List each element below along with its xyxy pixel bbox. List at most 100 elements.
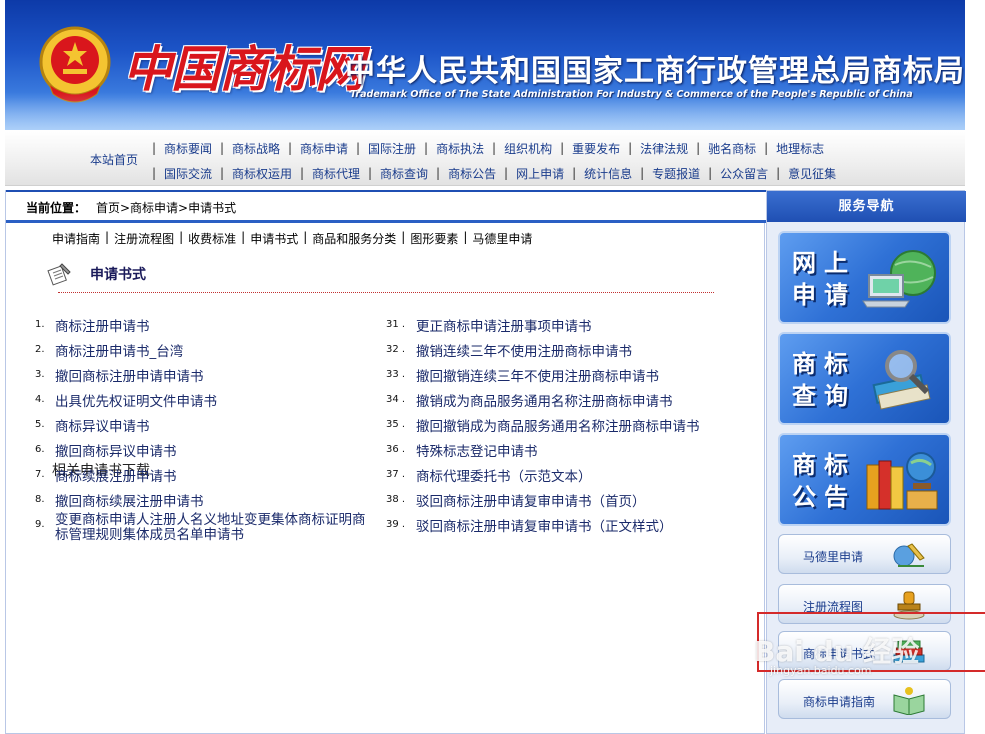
- item-number: 8.: [35, 494, 45, 505]
- download-link[interactable]: 撤回商标注册申请申请书: [55, 365, 204, 385]
- nav-link[interactable]: 公众留言: [714, 165, 774, 182]
- madrid-apply-button[interactable]: 马德里申请: [778, 534, 951, 574]
- nav-link[interactable]: 地理标志: [770, 140, 830, 157]
- nav-link[interactable]: 组织机构: [498, 140, 558, 157]
- nav-separator: |: [560, 141, 565, 155]
- item-number: 5.: [35, 419, 45, 430]
- subnav-link[interactable]: 图形要素: [406, 230, 462, 247]
- nav-separator: |: [151, 166, 157, 180]
- download-link[interactable]: 商标代理委托书（示范文本）: [416, 465, 592, 485]
- download-link[interactable]: 商标注册申请书: [55, 315, 150, 335]
- globe-pen-icon: [893, 543, 925, 567]
- download-link[interactable]: 变更商标申请人注册人名义地址变更集体商标证明商标管理规则集体成员名单申请书: [55, 513, 370, 543]
- download-link[interactable]: 撤回商标续展注册申请书: [55, 490, 204, 510]
- download-link[interactable]: 商标异议申请书: [55, 415, 150, 435]
- item-number: 2.: [35, 344, 45, 355]
- subnav-link[interactable]: 马德里申请: [468, 230, 536, 247]
- nav-link[interactable]: 商标执法: [430, 140, 490, 157]
- nav-link[interactable]: 重要发布: [566, 140, 626, 157]
- nav-row-1: | 商标要闻 | 商标战略 | 商标申请 | 国际注册 | 商标执法 | 组织机构 | 重要发布 | 法律法规…: [150, 138, 830, 158]
- nav-link[interactable]: 商标查询: [374, 165, 434, 182]
- download-item[interactable]: 3. 撤回商标注册申请申请书: [35, 365, 370, 390]
- download-item[interactable]: 1. 商标注册申请书: [35, 315, 370, 340]
- item-number: 3.: [35, 369, 45, 380]
- trademark-search-tile[interactable]: 商标查询: [778, 332, 951, 425]
- nav-link[interactable]: 商标申请: [294, 140, 354, 157]
- application-guide-button[interactable]: 商标申请指南: [778, 679, 951, 719]
- download-item[interactable]: 9. 变更商标申请人注册人名义地址变更集体商标证明商标管理规则集体成员名单申请书: [35, 513, 370, 543]
- nav-home-link[interactable]: 本站首页: [90, 151, 138, 168]
- download-item[interactable]: 39 . 驳回商标注册申请复审申请书（正文样式）: [386, 515, 700, 540]
- download-link[interactable]: 撤销成为商品服务通用名称注册商标申请书: [416, 390, 673, 410]
- books-globe-icon: [866, 452, 938, 510]
- nav-separator: |: [288, 141, 293, 155]
- subnav-link[interactable]: 收费标准: [184, 230, 240, 247]
- trademark-gazette-tile[interactable]: 商标公告: [778, 433, 951, 526]
- download-item[interactable]: 37 . 商标代理委托书（示范文本）: [386, 465, 700, 490]
- button-label: 马德里申请: [803, 550, 864, 564]
- nav-separator: |: [708, 166, 713, 180]
- download-link[interactable]: 撤回商标异议申请书: [55, 440, 177, 460]
- nav-link[interactable]: 统计信息: [578, 165, 638, 182]
- nav-link[interactable]: 商标代理: [306, 165, 366, 182]
- header-banner: 中国商标网 中华人民共和国国家工商行政管理总局商标局 Trademark Off…: [5, 0, 965, 130]
- section-title: 申请书式: [90, 267, 146, 283]
- nav-link[interactable]: 商标战略: [226, 140, 286, 157]
- download-link[interactable]: 撤回撤销连续三年不使用注册商标申请书: [416, 365, 659, 385]
- sub-nav: 申请指南 | 注册流程图 | 收费标准 | 申请书式 | 商品和服务分类 | 图形要素 | 马德里申请: [48, 230, 536, 247]
- nav-separator: |: [572, 166, 577, 180]
- download-item[interactable]: 5. 商标异议申请书: [35, 415, 370, 440]
- download-link[interactable]: 商标注册申请书_台湾: [55, 340, 183, 360]
- download-link[interactable]: 撤回撤销成为商品服务通用名称注册商标申请书: [416, 415, 700, 435]
- item-number: 38 .: [386, 494, 406, 505]
- nav-link[interactable]: 商标权运用: [226, 165, 298, 182]
- nav-separator: |: [628, 141, 633, 155]
- item-number: 1.: [35, 319, 45, 330]
- page: 中国商标网 中华人民共和国国家工商行政管理总局商标局 Trademark Off…: [0, 0, 985, 734]
- download-link[interactable]: 驳回商标注册申请复审申请书（正文样式）: [416, 515, 673, 535]
- item-number: 9.: [35, 519, 45, 530]
- subnav-link[interactable]: 申请指南: [48, 230, 104, 247]
- download-link[interactable]: 商标续展注册申请书: [55, 465, 177, 485]
- document-pen-icon: [47, 263, 71, 286]
- nav-link[interactable]: 专题报道: [646, 165, 706, 182]
- site-logo-text[interactable]: 中国商标网: [123, 30, 364, 101]
- download-link[interactable]: 驳回商标注册申请复审申请书（首页）: [416, 490, 646, 510]
- nav-link[interactable]: 国际交流: [158, 165, 218, 182]
- download-item[interactable]: 31 . 更正商标申请注册事项申请书: [386, 315, 700, 340]
- download-item[interactable]: 33 . 撤回撤销连续三年不使用注册商标申请书: [386, 365, 700, 390]
- nav-separator: |: [300, 166, 305, 180]
- button-label: 商标申请指南: [803, 695, 876, 709]
- breadcrumb-path[interactable]: 首页>商标申请>申请书式: [96, 199, 236, 216]
- nav-separator: |: [368, 166, 373, 180]
- section-divider: [58, 292, 714, 293]
- download-link[interactable]: 更正商标申请注册事项申请书: [416, 315, 592, 335]
- online-apply-tile[interactable]: 网上申请: [778, 231, 951, 324]
- subnav-link[interactable]: 申请书式: [246, 230, 302, 247]
- download-item[interactable]: 6. 撤回商标异议申请书: [35, 440, 370, 465]
- subnav-link[interactable]: 商品和服务分类: [308, 230, 400, 247]
- download-link[interactable]: 特殊标志登记申请书: [416, 440, 538, 460]
- laptop-globe-icon: [862, 250, 936, 308]
- download-item[interactable]: 38 . 驳回商标注册申请复审申请书（首页）: [386, 490, 700, 515]
- item-number: 36 .: [386, 444, 406, 455]
- download-item[interactable]: 36 . 特殊标志登记申请书: [386, 440, 700, 465]
- download-item[interactable]: 32 . 撤销连续三年不使用注册商标申请书: [386, 340, 700, 365]
- subnav-link[interactable]: 注册流程图: [110, 230, 178, 247]
- download-link[interactable]: 撤销连续三年不使用注册商标申请书: [416, 340, 632, 360]
- download-item[interactable]: 7. 商标续展注册申请书: [35, 465, 370, 490]
- nav-link[interactable]: 意见征集: [782, 165, 842, 182]
- nav-link[interactable]: 驰名商标: [702, 140, 762, 157]
- site-subtitle: Trademark Office of The State Administra…: [350, 89, 913, 100]
- nav-link[interactable]: 法律法规: [634, 140, 694, 157]
- download-item[interactable]: 4. 出具优先权证明文件申请书: [35, 390, 370, 415]
- nav-link[interactable]: 国际注册: [362, 140, 422, 157]
- nav-link[interactable]: 商标公告: [442, 165, 502, 182]
- download-item[interactable]: 34 . 撤销成为商品服务通用名称注册商标申请书: [386, 390, 700, 415]
- nav-link[interactable]: 商标要闻: [158, 140, 218, 157]
- download-link[interactable]: 出具优先权证明文件申请书: [55, 390, 217, 410]
- item-number: 32 .: [386, 344, 406, 355]
- download-item[interactable]: 2. 商标注册申请书_台湾: [35, 340, 370, 365]
- nav-link[interactable]: 网上申请: [510, 165, 570, 182]
- download-item[interactable]: 35 . 撤回撤销成为商品服务通用名称注册商标申请书: [386, 415, 700, 440]
